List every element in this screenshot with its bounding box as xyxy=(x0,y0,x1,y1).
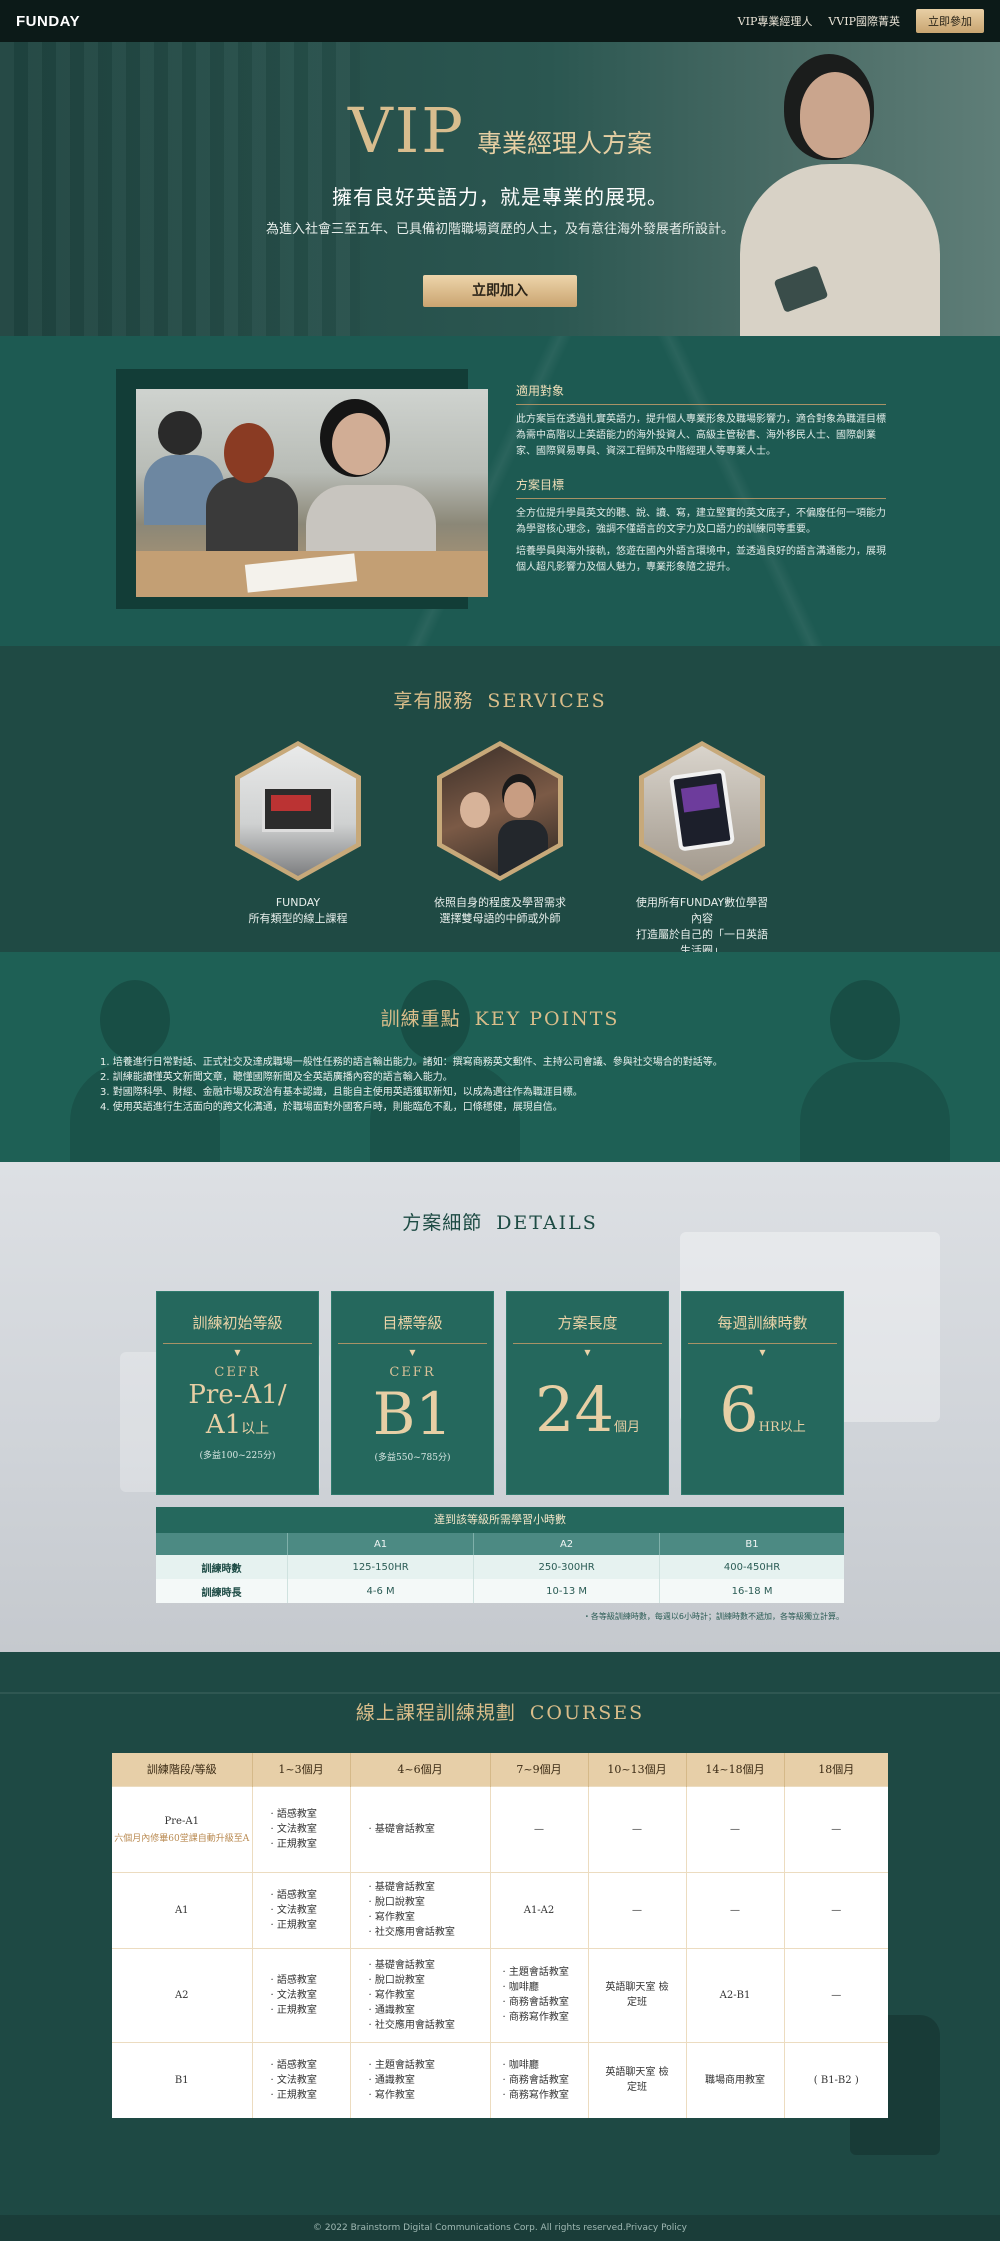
hours-table-title: 達到該等級所需學習小時數 xyxy=(156,1507,844,1533)
nav-link-vvip[interactable]: VVIP國際菁英 xyxy=(828,13,900,29)
hours-footnote: ・各等級訓練時數，每週以6小時計；訓練時數不遞加，各等級獨立計算。 xyxy=(582,1612,844,1621)
goal-paragraph-1: 全方位提升學員英文的聽、說、讀、寫，建立堅實的英文底子，不偏廢任何一項能力為學習… xyxy=(516,508,886,535)
table-row: 訓練時數 125-150HR 250-300HR 400-450HR xyxy=(156,1555,844,1579)
nav-link-vip[interactable]: VIP專業經理人 xyxy=(738,13,813,29)
goal-heading: 方案目標 xyxy=(516,476,886,499)
courses-section: 線上課程訓練規劃 COURSES 訓練階段/等級 1~3個月 4~6個月 7~9個… xyxy=(0,1652,1000,2215)
details-section: 方案細節 DETAILS 訓練初始等級 ▼ CEFR Pre-A1/ A1以上 (… xyxy=(0,1162,1000,1652)
target-paragraph: 此方案旨在透過扎實英語力，提升個人專業形象及職場影響力，適合對象為職涯目標為需中… xyxy=(516,414,886,457)
nav-links: VIP專業經理人 VVIP國際菁英 立即參加 xyxy=(738,9,984,33)
keypoint-item: 2. 訓練能讀懂英文新聞文章，聽懂國際新聞及全英語廣播內容的語言輸入能力。 xyxy=(100,1072,453,1083)
keypoints-title: 訓練重點 KEY POINTS xyxy=(380,1008,620,1030)
table-row: 訓練時長 4-6 M 10-13 M 16-18 M xyxy=(156,1579,844,1603)
hero-tagline: 擁有良好英語力，就是專業的展現。 xyxy=(332,185,668,209)
table-row: Pre-A1六個月內修畢60堂課自動升級至A 語感教室文法教室正規教室 基礎會話… xyxy=(112,1785,888,1872)
hero-join-button[interactable]: 立即加入 xyxy=(423,275,577,307)
hero-title: VIP 專業經理人方案 xyxy=(348,94,652,167)
tutor-hex-image xyxy=(437,741,563,881)
down-arrow-icon: ▼ xyxy=(234,1348,241,1357)
courses-title: 線上課程訓練規劃 COURSES xyxy=(355,1702,645,1724)
hours-table: 達到該等級所需學習小時數 A1 A2 B1 訓練時數 125-150HR 250… xyxy=(156,1507,844,1603)
hero-banner: VIP 專業經理人方案 擁有良好英語力，就是專業的展現。 為進入社會三至五年、已… xyxy=(0,42,1000,336)
tablet-hex-image xyxy=(639,741,765,881)
detail-card-target-level: 目標等級 ▼ CEFR B1 (多益550~785分) xyxy=(331,1291,494,1495)
detail-card-weekly-hours: 每週訓練時數 ▼ 6HR以上 xyxy=(681,1291,844,1495)
course-col-header: 14~18個月 xyxy=(686,1753,785,1786)
keypoint-item: 4. 使用英語進行生活面向的跨文化溝通，於職場面對外國客戶時，則能臨危不亂，口條… xyxy=(100,1102,563,1113)
services-title: 享有服務 SERVICES xyxy=(393,690,607,712)
target-heading: 適用對象 xyxy=(516,382,886,405)
detail-card-start-level: 訓練初始等級 ▼ CEFR Pre-A1/ A1以上 (多益100~225分) xyxy=(156,1291,319,1495)
table-row: A2 語感教室文法教室正規教室 基礎會話教室脫口說教室寫作教室通識教室社交應用會… xyxy=(112,1947,888,2042)
service-item: 依照自身的程度及學習需求 選擇雙母語的中師或外師 xyxy=(430,741,570,959)
down-arrow-icon: ▼ xyxy=(759,1348,766,1357)
course-col-header: 1~3個月 xyxy=(252,1753,351,1786)
office-meeting-photo xyxy=(136,389,488,597)
table-row: B1 語感教室文法教室正規教室 主題會話教室通識教室寫作教室 咖啡廳商務會話教室… xyxy=(112,2041,888,2118)
keypoints-section: 訓練重點 KEY POINTS 1. 培養進行日常對話、正式社交及達成職場一般性任… xyxy=(0,952,1000,1162)
top-nav: FUNDAY VIP專業經理人 VVIP國際菁英 立即參加 xyxy=(0,0,1000,42)
hours-col-header: B1 xyxy=(659,1533,844,1555)
keypoints-list: 1. 培養進行日常對話、正式社交及達成職場一般性任務的語言輸出能力。諸如：撰寫商… xyxy=(100,1055,900,1115)
service-item: 使用所有FUNDAY數位學習內容 打造屬於自己的「一日英語生活圈」 xyxy=(632,741,772,959)
hero-title-vip: VIP xyxy=(348,94,465,167)
table-row: A1 語感教室文法教室正規教室 基礎會話教室脫口說教室寫作教室社交應用會話教室 … xyxy=(112,1871,888,1948)
hours-col-header: A2 xyxy=(473,1533,660,1555)
hero-title-sub: 專業經理人方案 xyxy=(476,129,652,158)
hours-col-header: A1 xyxy=(287,1533,474,1555)
course-col-header: 7~9個月 xyxy=(490,1753,589,1786)
down-arrow-icon: ▼ xyxy=(584,1348,591,1357)
target-text: 適用對象 此方案旨在透過扎實英語力，提升個人專業形象及職場影響力，適合對象為職涯… xyxy=(516,382,886,582)
services-section: 享有服務 SERVICES FUNDAY 所有類型的線上課程 依照自身的程度及學習… xyxy=(0,646,1000,957)
target-section: 適用對象 此方案旨在透過扎實英語力，提升個人專業形象及職場影響力，適合對象為職涯… xyxy=(0,336,1000,646)
hero-description: 為進入社會三至五年、已具備初階職場資歷的人士，及有意往海外發展者所設計。 xyxy=(265,222,734,237)
footer-copyright: © 2022 Brainstorm Digital Communications… xyxy=(0,2215,1000,2241)
keypoint-item: 3. 對國際科學、財經、金融市場及政治有基本認識，且能自主使用英語獲取新知，以成… xyxy=(100,1087,583,1098)
course-col-header: 4~6個月 xyxy=(350,1753,491,1786)
laptop-course-hex-image xyxy=(235,741,361,881)
course-col-header: 18個月 xyxy=(784,1753,888,1786)
down-arrow-icon: ▼ xyxy=(409,1348,416,1357)
course-col-header: 10~13個月 xyxy=(588,1753,687,1786)
courses-table: 訓練階段/等級 1~3個月 4~6個月 7~9個月 10~13個月 14~18個… xyxy=(112,1753,888,2118)
details-title: 方案細節 DETAILS xyxy=(402,1212,598,1234)
keypoint-item: 1. 培養進行日常對話、正式社交及達成職場一般性任務的語言輸出能力。諸如：撰寫商… xyxy=(100,1057,723,1068)
detail-card-length: 方案長度 ▼ 24個月 xyxy=(506,1291,669,1495)
nav-join-button[interactable]: 立即參加 xyxy=(916,9,984,33)
course-col-header: 訓練階段/等級 xyxy=(112,1753,253,1786)
goal-paragraph-2: 培養學員與海外接軌，悠遊在國內外語言環境中，並透過良好的語言溝通能力，展現個人超… xyxy=(516,546,886,573)
funday-logo[interactable]: FUNDAY xyxy=(16,13,80,30)
service-item: FUNDAY 所有類型的線上課程 xyxy=(228,741,368,959)
